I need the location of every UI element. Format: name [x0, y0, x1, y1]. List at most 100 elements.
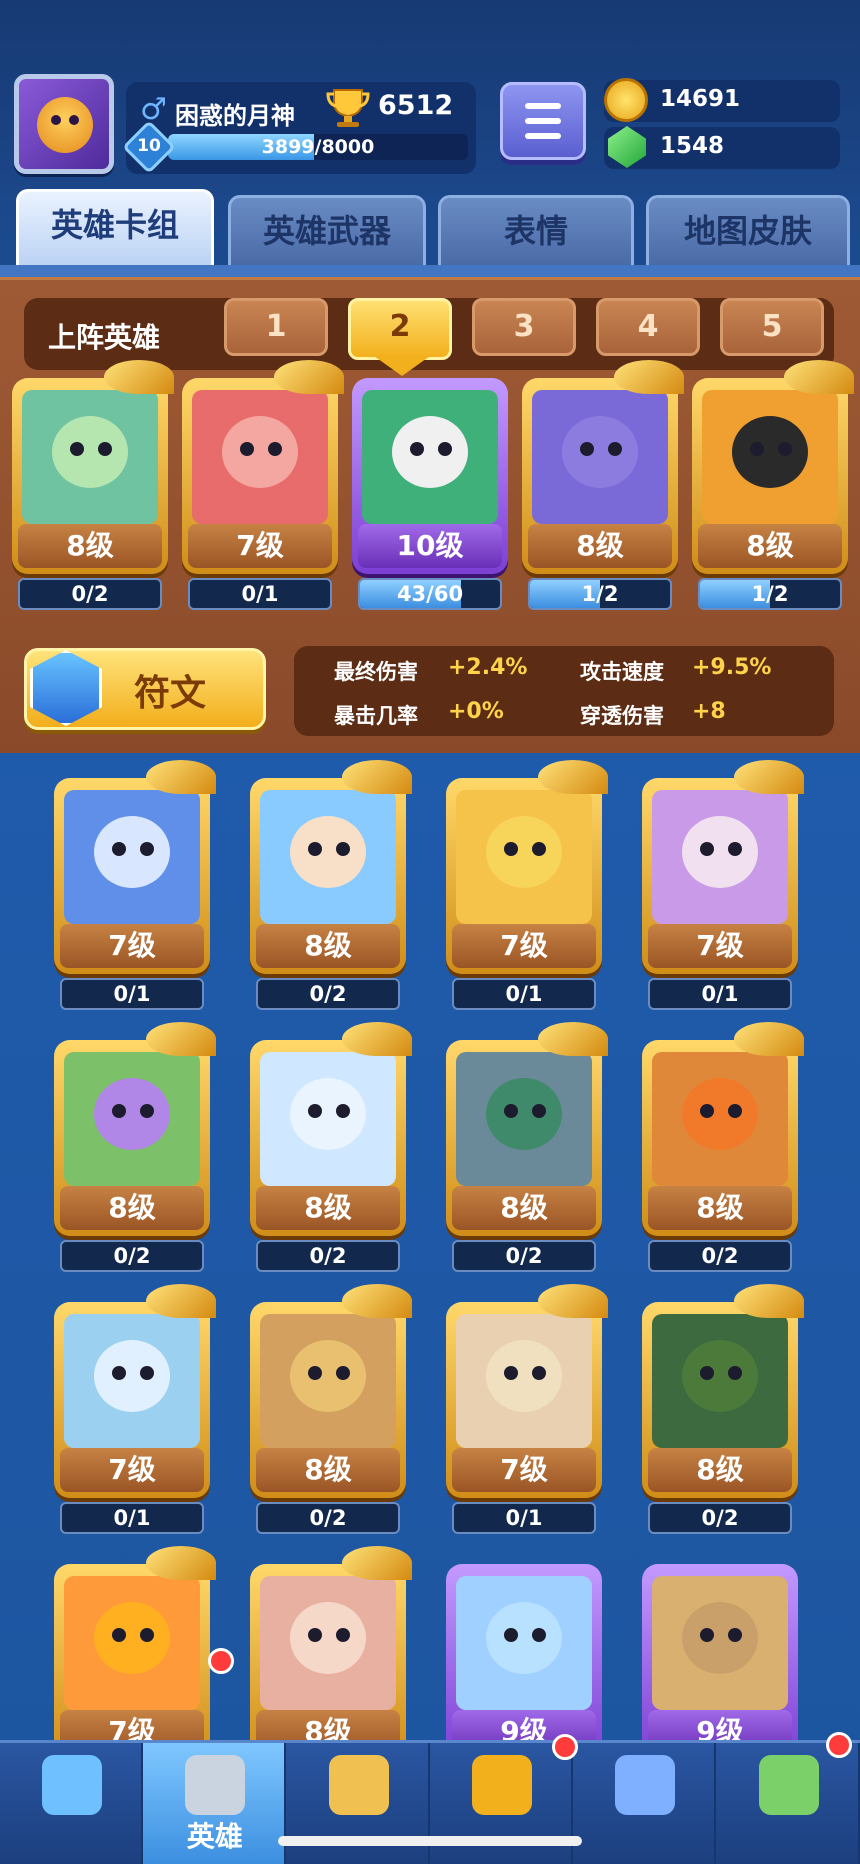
hero-face-icon — [290, 816, 366, 888]
hero-eye-icon — [778, 442, 792, 456]
hero-eye-icon — [728, 842, 742, 856]
tab-hero-deck[interactable]: 英雄卡组 — [16, 189, 214, 265]
hero-face-icon — [486, 1340, 562, 1412]
hero-portrait — [260, 1576, 396, 1710]
nav-item-knight-helmet[interactable]: 英雄 — [143, 1743, 287, 1864]
stat-value-final-damage: +2.4% — [448, 655, 528, 680]
hero-card-progress-text: 0/2 — [701, 1506, 739, 1530]
trophy-count: 6512 — [378, 90, 454, 121]
tab-hero-weapons[interactable]: 英雄武器 — [228, 195, 426, 265]
player-avatar[interactable] — [14, 74, 114, 174]
hero-card-frame: 7级 — [54, 1546, 216, 1760]
hero-level: 8级 — [648, 1186, 792, 1230]
hero-eye-icon — [750, 442, 764, 456]
golden-wing-icon — [734, 1284, 804, 1318]
hero-face-icon — [682, 1602, 758, 1674]
hero-portrait — [64, 1314, 200, 1448]
hero-card-progress-text: 0/2 — [71, 582, 109, 606]
hero-level: 8级 — [256, 1186, 400, 1230]
hero-card-progress-bar: 0/1 — [188, 578, 332, 610]
hero-level: 7级 — [188, 524, 332, 568]
hero-card-frame: 7级 — [54, 1284, 216, 1498]
hero-face-icon — [682, 816, 758, 888]
hero-eye-icon — [336, 1104, 350, 1118]
hamburger-line — [525, 133, 561, 139]
golden-wing-icon — [146, 1546, 216, 1580]
stat-name-attack-speed: 攻击速度 — [580, 660, 664, 684]
hero-eye-icon — [112, 1366, 126, 1380]
golden-wing-icon — [538, 1284, 608, 1318]
deck-slot-2[interactable]: 2 — [348, 298, 452, 360]
hero-portrait — [652, 1314, 788, 1448]
golden-wing-icon — [734, 1022, 804, 1056]
hero-card-progress-text: 0/1 — [701, 982, 739, 1006]
nav-item-treasure-chest[interactable] — [0, 1743, 143, 1864]
hero-face-icon — [392, 416, 468, 488]
hero-card-progress-text: 0/1 — [241, 582, 279, 606]
sprout-island-icon — [758, 1755, 819, 1815]
treasure-chest-icon — [42, 1755, 102, 1815]
hero-level: 7级 — [452, 1448, 596, 1492]
deck-slot-4[interactable]: 4 — [596, 298, 700, 356]
notification-dot-icon — [208, 1648, 234, 1674]
nav-item-team-banner[interactable] — [573, 1743, 717, 1864]
hero-card-progress-bar: 0/2 — [648, 1240, 792, 1272]
hero-portrait — [64, 790, 200, 924]
hero-face-icon — [94, 816, 170, 888]
deck-slot-5[interactable]: 5 — [720, 298, 824, 356]
nav-item-sprout-island[interactable] — [717, 1743, 860, 1864]
hero-portrait — [22, 390, 158, 524]
hero-card-progress-text: 43/60 — [396, 582, 464, 606]
hero-level: 7级 — [60, 1448, 204, 1492]
hero-card-progress-text: 0/1 — [113, 982, 151, 1006]
hero-eye-icon — [504, 1628, 518, 1642]
hero-face-icon — [290, 1602, 366, 1674]
deck-slot-3[interactable]: 3 — [472, 298, 576, 356]
hero-eye-icon — [112, 1104, 126, 1118]
golden-wing-icon — [342, 760, 412, 794]
hero-face-icon — [562, 416, 638, 488]
hero-card-progress-text: 0/2 — [309, 1244, 347, 1268]
golden-wing-icon — [784, 360, 854, 394]
golden-wing-icon — [104, 360, 174, 394]
active-slot-arrow — [374, 356, 430, 376]
hero-eye-icon — [112, 1628, 126, 1642]
hero-eye-icon — [504, 1366, 518, 1380]
menu-button[interactable] — [500, 82, 586, 160]
hero-portrait — [456, 1576, 592, 1710]
hero-card-progress-text: 0/2 — [505, 1244, 543, 1268]
notification-dot-icon — [826, 1732, 852, 1758]
hero-eye-icon — [140, 1366, 154, 1380]
tab-map-skins[interactable]: 地图皮肤 — [646, 195, 850, 265]
hero-portrait — [456, 1314, 592, 1448]
golden-wing-icon — [538, 760, 608, 794]
hero-card-progress-bar: 43/60 — [358, 578, 502, 610]
gold-coin-icon — [604, 78, 648, 122]
golden-wing-icon — [538, 1022, 608, 1056]
home-indicator — [278, 1836, 582, 1846]
hero-eye-icon — [336, 1366, 350, 1380]
hero-card-frame: 8级 — [250, 760, 412, 974]
player-level: 10 — [137, 136, 161, 156]
hero-card-progress-bar: 0/1 — [60, 978, 204, 1010]
stat-value-attack-speed: +9.5% — [692, 655, 772, 680]
hero-card-frame: 8级 — [250, 1546, 412, 1760]
coin-balance: 14691 — [660, 86, 741, 112]
deck-label: 上阵英雄 — [48, 321, 161, 354]
hero-eye-icon — [308, 1104, 322, 1118]
hero-card-progress-bar: 1/2 — [698, 578, 842, 610]
hero-eye-icon — [268, 442, 282, 456]
hero-level: 8级 — [528, 524, 672, 568]
hero-card-progress-bar: 0/2 — [648, 1502, 792, 1534]
deck-slot-1[interactable]: 1 — [224, 298, 328, 356]
tab-emotes[interactable]: 表情 — [438, 195, 634, 265]
hero-card-progress-text: 0/1 — [113, 1506, 151, 1530]
hero-face-icon — [94, 1602, 170, 1674]
hero-eye-icon — [728, 1366, 742, 1380]
golden-wing-icon — [146, 1284, 216, 1318]
hero-card-progress-text: 0/2 — [309, 1506, 347, 1530]
hero-portrait — [260, 1052, 396, 1186]
hero-eye-icon — [336, 842, 350, 856]
hero-card-frame: 9级 — [446, 1564, 602, 1760]
hero-level: 8级 — [18, 524, 162, 568]
